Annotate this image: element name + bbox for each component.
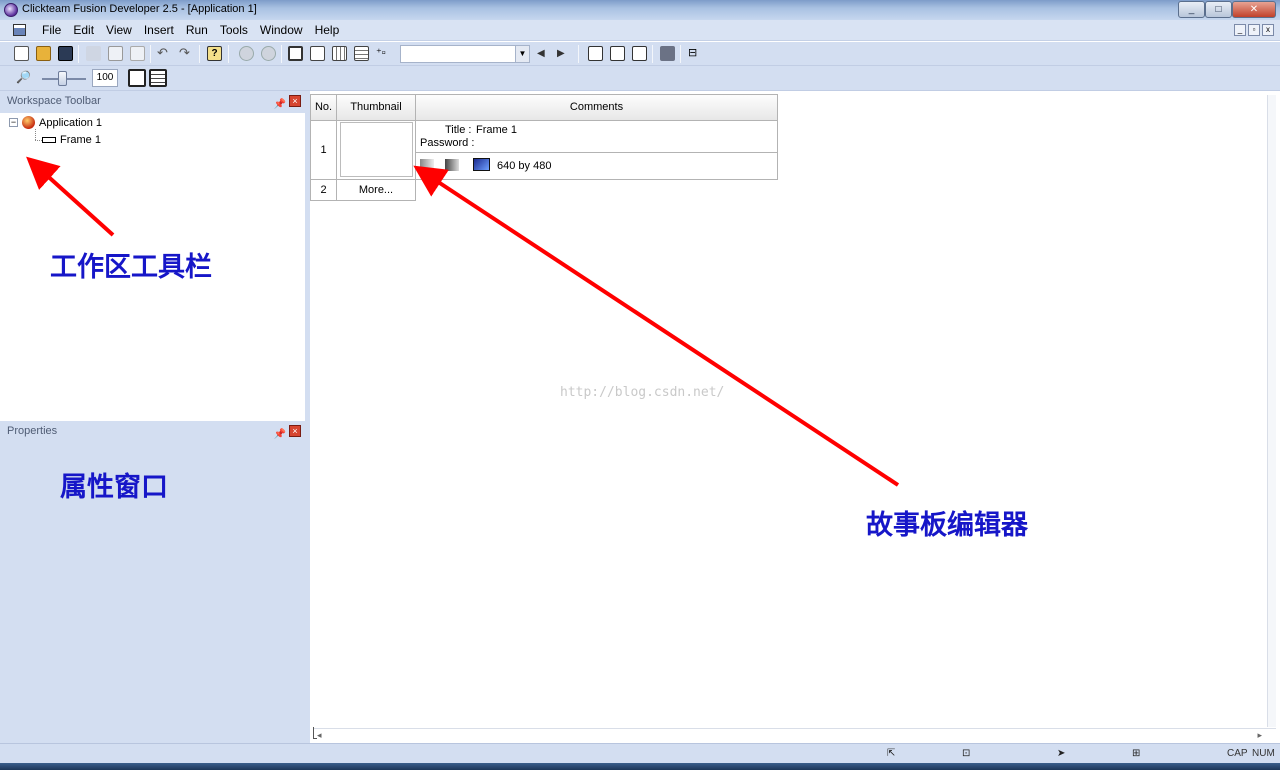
os-taskbar [0, 763, 1280, 770]
caps-lock-indicator: CAP [1227, 748, 1248, 759]
annotation-properties-window: 属性窗口 [60, 472, 168, 503]
frame-size-icon: ⊡ [962, 748, 971, 759]
arrow-to-storyboard [413, 165, 900, 487]
cursor-position-icon: ⇱ [887, 748, 896, 759]
annotation-arrows [26, 156, 900, 487]
pointer-icon: ➤ [1057, 748, 1066, 759]
num-lock-indicator: NUM [1252, 748, 1275, 759]
layer-icon: ⊞ [1132, 748, 1141, 759]
annotation-storyboard-editor: 故事板编辑器 [866, 510, 1028, 541]
annotation-workspace-toolbar: 工作区工具栏 [50, 252, 212, 283]
arrow-to-workspace [26, 156, 115, 237]
status-bar: ⇱ ⊡ ➤ ⊞ CAP NUM [0, 743, 1280, 763]
